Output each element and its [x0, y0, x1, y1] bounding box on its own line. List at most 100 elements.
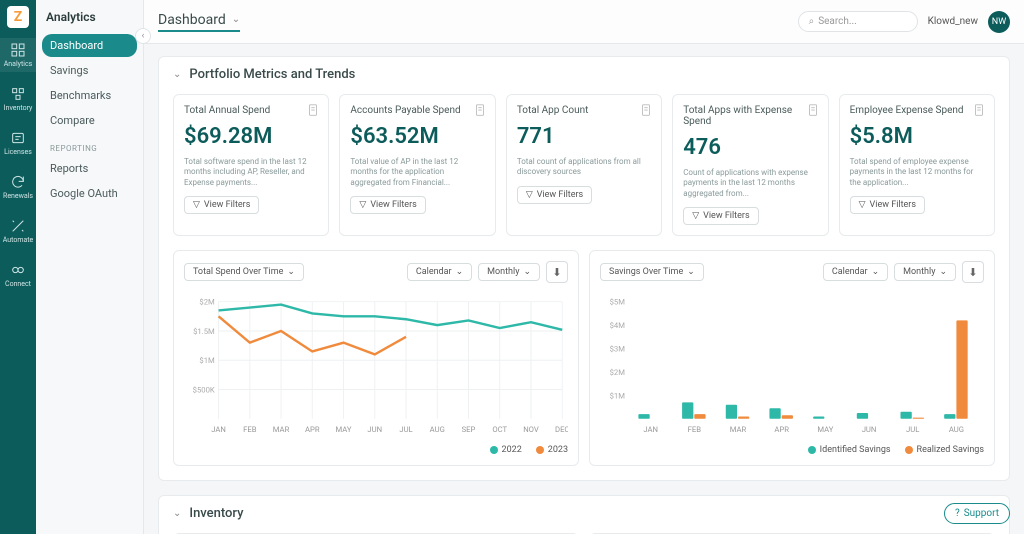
- sidebar-item-google-oauth[interactable]: Google OAuth: [42, 182, 137, 205]
- svg-text:JUN: JUN: [862, 425, 877, 434]
- chart-title-dropdown[interactable]: Savings Over Time ⌄: [600, 263, 704, 281]
- document-icon[interactable]: [806, 103, 820, 117]
- download-icon: ⬇: [968, 266, 977, 279]
- rail-label: Renewals: [3, 192, 33, 200]
- svg-text:$1M: $1M: [610, 391, 626, 400]
- breadcrumb[interactable]: Dashboard ⌄: [158, 12, 240, 32]
- period-dropdown[interactable]: Monthly ⌄: [478, 263, 540, 281]
- filter-icon: ▽: [193, 200, 200, 210]
- sidebar-item-compare[interactable]: Compare: [42, 109, 137, 132]
- period-dropdown[interactable]: Monthly ⌄: [894, 263, 956, 281]
- chart-title-dropdown[interactable]: Total Spend Over Time ⌄: [184, 263, 304, 281]
- sidebar-item-dashboard[interactable]: Dashboard: [42, 34, 137, 57]
- kpi-description: Total value of AP in the last 12 months …: [350, 157, 484, 188]
- svg-text:SEP: SEP: [462, 425, 476, 434]
- sidebar-item-benchmarks[interactable]: Benchmarks: [42, 84, 137, 107]
- section-toggle-portfolio[interactable]: ⌄ Portfolio Metrics and Trends: [173, 67, 995, 82]
- svg-text:MAR: MAR: [273, 425, 290, 434]
- svg-text:$500K: $500K: [193, 386, 215, 395]
- chart-canvas: $1M$2M$3M$4M$5MJANFEBMARAPRMAYJUNJULAUG: [600, 291, 984, 441]
- svg-text:AUG: AUG: [949, 425, 964, 434]
- svg-text:$3M: $3M: [610, 345, 626, 354]
- boxes-icon: [10, 86, 26, 102]
- support-button[interactable]: ? Support: [944, 503, 1010, 524]
- document-icon[interactable]: [473, 103, 487, 117]
- chart-total-spend: Total Spend Over Time ⌄ Calendar ⌄ Month…: [173, 250, 579, 466]
- rail-inventory[interactable]: Inventory: [0, 82, 36, 116]
- search-input[interactable]: ⌕ Search...: [798, 11, 918, 32]
- kpi-card: Employee Expense Spend $5.8M Total spend…: [839, 94, 995, 236]
- kpi-value: $69.28M: [184, 124, 318, 149]
- rail-licenses[interactable]: Licenses: [0, 126, 36, 160]
- filter-icon: ▽: [692, 211, 699, 221]
- svg-text:NOV: NOV: [523, 425, 539, 434]
- kpi-description: Total count of applications from all dis…: [517, 157, 651, 178]
- rail-analytics[interactable]: Analytics: [0, 38, 36, 72]
- rail-renewals[interactable]: Renewals: [0, 170, 36, 204]
- view-filters-button[interactable]: ▽ View Filters: [184, 196, 259, 214]
- calendar-dropdown[interactable]: Calendar ⌄: [407, 263, 472, 281]
- link-icon: [10, 262, 26, 278]
- legend-item[interactable]: Realized Savings: [905, 445, 984, 455]
- chevron-down-icon: ⌄: [173, 508, 181, 519]
- kpi-value: $63.52M: [350, 124, 484, 149]
- kpi-card: Total App Count 771 Total count of appli…: [506, 94, 662, 236]
- view-filters-button[interactable]: ▽ View Filters: [850, 196, 925, 214]
- document-icon[interactable]: [306, 103, 320, 117]
- rail-label: Analytics: [4, 60, 33, 68]
- chevron-down-icon: ⌄: [232, 14, 240, 25]
- section-portfolio: ⌄ Portfolio Metrics and Trends Total Ann…: [158, 56, 1010, 481]
- kpi-title: Total Apps with Expense Spend: [683, 105, 817, 127]
- svg-text:JAN: JAN: [211, 425, 226, 434]
- view-filters-button[interactable]: ▽ View Filters: [683, 207, 758, 225]
- view-filters-button[interactable]: ▽ View Filters: [350, 196, 425, 214]
- svg-text:$5M: $5M: [610, 298, 626, 307]
- support-label: Support: [964, 508, 999, 519]
- document-icon[interactable]: [972, 103, 986, 117]
- rail-label: Inventory: [4, 104, 33, 112]
- legend-item[interactable]: 2023: [536, 445, 568, 455]
- brand-logo[interactable]: Z: [7, 6, 29, 28]
- download-button[interactable]: ⬇: [962, 261, 984, 283]
- rail-automate[interactable]: Automate: [0, 214, 36, 248]
- download-button[interactable]: ⬇: [546, 261, 568, 283]
- user-name[interactable]: Klowd_new: [928, 16, 978, 27]
- rail-connect[interactable]: Connect: [0, 258, 36, 292]
- sidebar-item-reports[interactable]: Reports: [42, 157, 137, 180]
- help-icon: ?: [955, 508, 960, 519]
- sidebar-heading-reporting: REPORTING: [42, 134, 137, 157]
- legend-item[interactable]: Identified Savings: [808, 445, 891, 455]
- sidebar-collapse-button[interactable]: ‹: [135, 28, 151, 44]
- sidebar-item-savings[interactable]: Savings: [42, 59, 137, 82]
- svg-text:$1.5M: $1.5M: [193, 327, 215, 336]
- svg-text:MAR: MAR: [730, 425, 747, 434]
- kpi-title: Total Annual Spend: [184, 105, 318, 116]
- svg-text:AUG: AUG: [430, 425, 445, 434]
- view-filters-button[interactable]: ▽ View Filters: [517, 186, 592, 204]
- svg-text:FEB: FEB: [688, 425, 702, 434]
- svg-text:MAY: MAY: [817, 425, 833, 434]
- secondary-sidebar: Analytics Dashboard Savings Benchmarks C…: [36, 0, 144, 534]
- kpi-title: Accounts Payable Spend: [350, 105, 484, 116]
- legend-item[interactable]: 2022: [490, 445, 522, 455]
- section-title: Inventory: [189, 506, 243, 521]
- kpi-card: Total Annual Spend $69.28M Total softwar…: [173, 94, 329, 236]
- section-title: Portfolio Metrics and Trends: [189, 67, 355, 82]
- document-icon[interactable]: [639, 103, 653, 117]
- kpi-card: Accounts Payable Spend $63.52M Total val…: [339, 94, 495, 236]
- kpi-title: Employee Expense Spend: [850, 105, 984, 116]
- chevron-down-icon: ⌄: [456, 267, 464, 277]
- avatar[interactable]: NW: [988, 11, 1010, 33]
- section-toggle-inventory[interactable]: ⌄ Inventory: [173, 506, 995, 521]
- svg-text:APR: APR: [305, 425, 320, 434]
- calendar-dropdown[interactable]: Calendar ⌄: [823, 263, 888, 281]
- kpi-value: 771: [517, 124, 651, 149]
- svg-text:JUN: JUN: [367, 425, 382, 434]
- svg-text:$2M: $2M: [610, 368, 626, 377]
- svg-text:JAN: JAN: [643, 425, 658, 434]
- content-scroll[interactable]: ⌄ Portfolio Metrics and Trends Total Ann…: [144, 44, 1024, 534]
- chart-row: Total Spend Over Time ⌄ Calendar ⌄ Month…: [173, 250, 995, 466]
- download-icon: ⬇: [552, 266, 561, 279]
- svg-text:OCT: OCT: [492, 425, 507, 434]
- main-area: Dashboard ⌄ ⌕ Search... Klowd_new NW ⌄ P…: [144, 0, 1024, 534]
